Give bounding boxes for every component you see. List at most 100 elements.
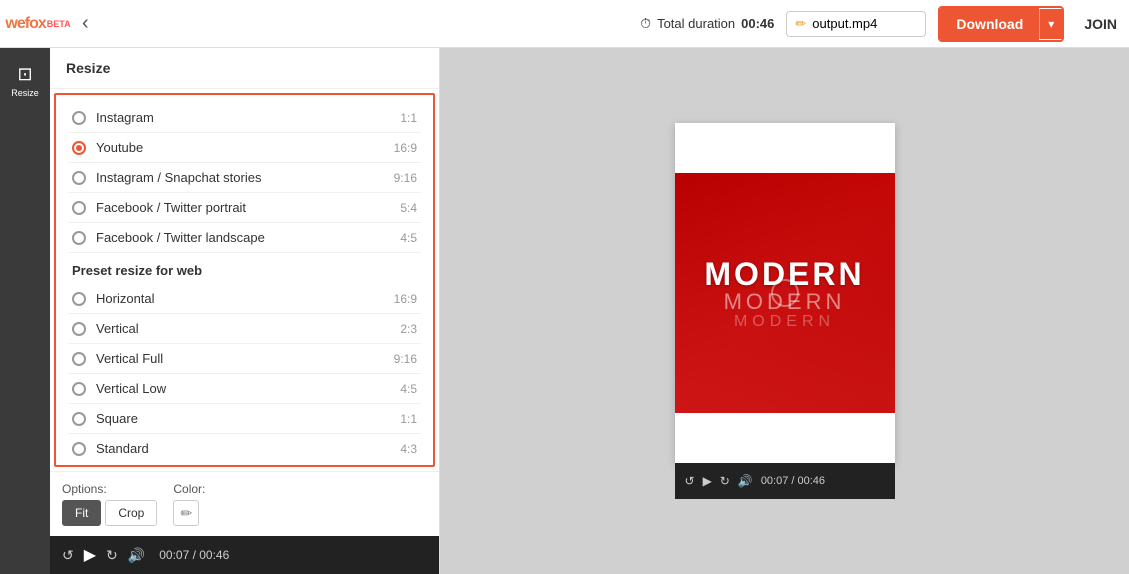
main-area: ⊡ Resize Resize Instagram 1:1 Youtube 16… bbox=[0, 48, 1129, 574]
resize-icon: ⊡ bbox=[17, 64, 32, 85]
option-facebook-portrait-ratio: 5:4 bbox=[400, 201, 417, 215]
option-square[interactable]: Square 1:1 bbox=[68, 404, 421, 434]
rewind-button[interactable]: ↺ bbox=[62, 547, 74, 564]
radio-instagram-stories bbox=[72, 171, 86, 185]
option-horizontal-ratio: 16:9 bbox=[394, 292, 417, 306]
preview-controls: ↺ ▶ ↻ 🔊 00:07 / 00:46 bbox=[675, 463, 895, 499]
panel-title: Resize bbox=[50, 48, 439, 89]
crop-button[interactable]: Crop bbox=[105, 500, 157, 526]
filename-text: output.mp4 bbox=[812, 16, 877, 31]
option-facebook-landscape-ratio: 4:5 bbox=[400, 231, 417, 245]
sidebar-item-resize[interactable]: ⊡ Resize bbox=[0, 56, 50, 106]
color-group: Color: ✏ bbox=[173, 482, 205, 526]
option-standard[interactable]: Standard 4:3 bbox=[68, 434, 421, 463]
modern-subtitle2: MODERN bbox=[704, 313, 864, 331]
logo-beta: BETA bbox=[47, 19, 71, 29]
preview-rewind-button[interactable]: ↺ bbox=[685, 474, 695, 488]
modern-title: MODERN bbox=[704, 256, 864, 293]
resize-panel: Resize Instagram 1:1 Youtube 16:9 Instag… bbox=[50, 48, 440, 574]
radio-square bbox=[72, 412, 86, 426]
option-vertical-low[interactable]: Vertical Low 4:5 bbox=[68, 374, 421, 404]
option-vertical-low-label: Vertical Low bbox=[96, 381, 400, 396]
fit-button[interactable]: Fit bbox=[62, 500, 101, 526]
radio-youtube bbox=[72, 141, 86, 155]
option-horizontal-label: Horizontal bbox=[96, 291, 394, 306]
option-square-label: Square bbox=[96, 411, 400, 426]
option-vertical-ratio: 2:3 bbox=[400, 322, 417, 336]
preview-card: MODERN MODERN MODERN bbox=[675, 123, 895, 463]
preview-top-space bbox=[675, 123, 895, 173]
color-label: Color: bbox=[173, 482, 205, 496]
download-group: Download ▾ bbox=[938, 6, 1064, 42]
option-instagram-stories-label: Instagram / Snapchat stories bbox=[96, 170, 394, 185]
option-vertical-label: Vertical bbox=[96, 321, 400, 336]
options-label: Options: bbox=[62, 482, 157, 496]
panel-bottom-bar: ↺ ▶ ↻ 🔊 00:07 / 00:46 bbox=[50, 536, 439, 574]
preview-play-button[interactable]: ▶ bbox=[703, 474, 712, 488]
radio-vertical-low bbox=[72, 382, 86, 396]
option-facebook-landscape-label: Facebook / Twitter landscape bbox=[96, 230, 400, 245]
option-instagram-stories-ratio: 9:16 bbox=[394, 171, 417, 185]
options-group: Options: Fit Crop bbox=[62, 482, 157, 526]
option-facebook-portrait[interactable]: Facebook / Twitter portrait 5:4 bbox=[68, 193, 421, 223]
option-vertical[interactable]: Vertical 2:3 bbox=[68, 314, 421, 344]
option-vertical-full-ratio: 9:16 bbox=[394, 352, 417, 366]
radio-instagram bbox=[72, 111, 86, 125]
option-facebook-portrait-label: Facebook / Twitter portrait bbox=[96, 200, 400, 215]
volume-button[interactable]: 🔊 bbox=[128, 547, 145, 564]
modern-subtitle: MODERN bbox=[704, 289, 864, 315]
preview-container: MODERN MODERN MODERN ↺ ▶ ↻ 🔊 00:07 / 00:… bbox=[675, 123, 895, 499]
option-facebook-landscape[interactable]: Facebook / Twitter landscape 4:5 bbox=[68, 223, 421, 253]
header: wefox BETA ‹ ⏱ Total duration 00:46 ✏ ou… bbox=[0, 0, 1129, 48]
preview-time-display: 00:07 / 00:46 bbox=[761, 475, 825, 487]
fit-crop-group: Fit Crop bbox=[62, 500, 157, 526]
radio-facebook-portrait bbox=[72, 201, 86, 215]
sidebar-resize-label: Resize bbox=[11, 88, 39, 98]
option-instagram-label: Instagram bbox=[96, 110, 400, 125]
option-square-ratio: 1:1 bbox=[400, 412, 417, 426]
edit-icon: ✏ bbox=[795, 16, 806, 32]
filename-input[interactable]: ✏ output.mp4 bbox=[786, 11, 926, 37]
logo-image: wefox BETA bbox=[12, 10, 64, 38]
option-standard-label: Standard bbox=[96, 441, 400, 456]
radio-vertical bbox=[72, 322, 86, 336]
modern-text-overlay: MODERN MODERN MODERN bbox=[704, 256, 864, 331]
preview-volume-button[interactable]: 🔊 bbox=[738, 474, 753, 488]
back-button[interactable]: ‹ bbox=[76, 12, 95, 35]
preview-forward-button[interactable]: ↻ bbox=[720, 474, 730, 488]
resize-options-container: Instagram 1:1 Youtube 16:9 Instagram / S… bbox=[54, 93, 435, 467]
option-vertical-full-label: Vertical Full bbox=[96, 351, 394, 366]
option-youtube-label: Youtube bbox=[96, 140, 394, 155]
logo: wefox BETA bbox=[12, 10, 64, 38]
option-horizontal[interactable]: Horizontal 16:9 bbox=[68, 284, 421, 314]
option-instagram[interactable]: Instagram 1:1 bbox=[68, 103, 421, 133]
radio-standard bbox=[72, 442, 86, 456]
option-instagram-ratio: 1:1 bbox=[400, 111, 417, 125]
download-dropdown-button[interactable]: ▾ bbox=[1039, 9, 1062, 39]
radio-facebook-landscape bbox=[72, 231, 86, 245]
option-vertical-full[interactable]: Vertical Full 9:16 bbox=[68, 344, 421, 374]
time-display: 00:07 / 00:46 bbox=[159, 548, 229, 562]
option-youtube-ratio: 16:9 bbox=[394, 141, 417, 155]
radio-vertical-full bbox=[72, 352, 86, 366]
forward-button[interactable]: ↻ bbox=[106, 547, 118, 564]
clock-icon: ⏱ bbox=[640, 15, 651, 32]
play-button[interactable]: ▶ bbox=[84, 545, 96, 565]
preview-bottom-space bbox=[675, 413, 895, 463]
color-picker-button[interactable]: ✏ bbox=[173, 500, 199, 526]
web-section-title: Preset resize for web bbox=[68, 253, 421, 284]
option-instagram-stories[interactable]: Instagram / Snapchat stories 9:16 bbox=[68, 163, 421, 193]
panel-footer: Options: Fit Crop Color: ✏ bbox=[50, 471, 439, 536]
option-standard-ratio: 4:3 bbox=[400, 442, 417, 456]
sidebar: ⊡ Resize bbox=[0, 48, 50, 574]
download-button[interactable]: Download bbox=[940, 8, 1039, 40]
duration-info: ⏱ Total duration 00:46 bbox=[640, 15, 774, 32]
duration-label: Total duration bbox=[657, 16, 735, 31]
option-vertical-low-ratio: 4:5 bbox=[400, 382, 417, 396]
join-button[interactable]: JOIN bbox=[1084, 16, 1117, 32]
radio-horizontal bbox=[72, 292, 86, 306]
duration-value: 00:46 bbox=[741, 16, 774, 31]
logo-text: wefox bbox=[5, 15, 45, 33]
preview-area: MODERN MODERN MODERN ↺ ▶ ↻ 🔊 00:07 / 00:… bbox=[440, 48, 1129, 574]
option-youtube[interactable]: Youtube 16:9 bbox=[68, 133, 421, 163]
